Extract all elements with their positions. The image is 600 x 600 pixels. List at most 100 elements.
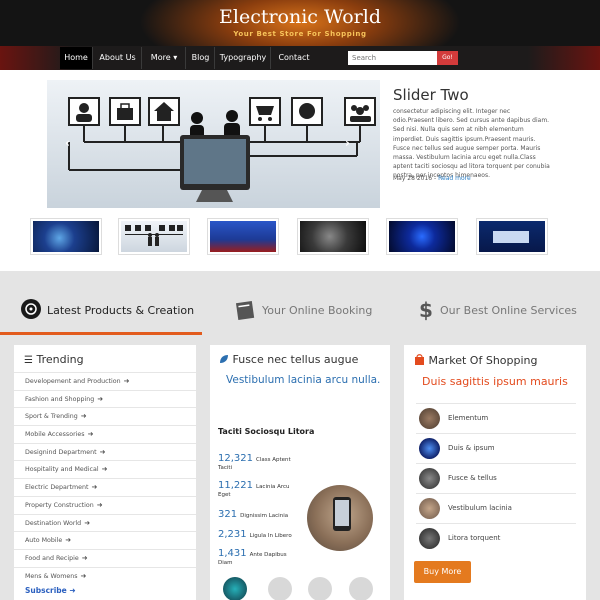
- market-list: Elementum Duis & ipsum Fusce & tellus Ve…: [416, 403, 576, 553]
- slider-thumb-1[interactable]: [30, 218, 102, 255]
- slider-thumb-6[interactable]: [476, 218, 548, 255]
- nav-more[interactable]: More ▾: [143, 47, 186, 69]
- slider-date-text: May 28 2016 -: [393, 175, 439, 182]
- stat-label: Ante Dapibus: [249, 552, 287, 558]
- trending-item-label: Sport & Trending: [25, 413, 78, 421]
- chevron-down-icon: ▾: [173, 53, 178, 62]
- nav-blog[interactable]: Blog: [187, 47, 215, 69]
- tab-latest-products[interactable]: Latest Products & Creation: [47, 304, 194, 317]
- stat-label: Ligula In Libero: [249, 533, 292, 539]
- nav-more-label: More: [150, 53, 171, 62]
- trending-item[interactable]: Auto Mobile ➜: [14, 531, 196, 549]
- site-title[interactable]: Electronic World: [0, 6, 600, 28]
- nav-contact[interactable]: Contact: [272, 47, 316, 69]
- market-item-label: Elementum: [448, 414, 489, 422]
- trending-item-label: Fashion and Shopping: [25, 395, 95, 403]
- trending-item[interactable]: Hospitality and Medical ➜: [14, 460, 196, 478]
- trending-heading: ☰ Trending: [24, 353, 84, 366]
- stat-item: 11,221 Lacinia Arcu Eget: [218, 473, 318, 498]
- arrow-right-icon: ➜: [81, 553, 88, 562]
- trending-item[interactable]: Developement and Production ➜: [14, 372, 196, 390]
- arrow-right-icon: ➜: [99, 447, 106, 456]
- badge-icon[interactable]: [349, 577, 373, 600]
- list-icon: ☰: [24, 355, 33, 366]
- shopping-bag-icon: [415, 354, 424, 365]
- avatar: [419, 408, 440, 429]
- arrow-right-icon: ➜: [97, 394, 104, 403]
- buy-more-button[interactable]: Buy More: [414, 561, 471, 583]
- stat-item: 1,431 Ante Dapibus Diam: [218, 541, 318, 566]
- tab-online-booking[interactable]: Your Online Booking: [262, 304, 372, 317]
- stats-title: Fusce nec tellus augue: [232, 353, 359, 366]
- arrow-right-icon: ➜: [80, 571, 87, 580]
- slider-next-button[interactable]: ›: [345, 136, 350, 150]
- badge-icon[interactable]: [223, 577, 247, 600]
- trending-item-label: Mobile Accessories: [25, 431, 85, 439]
- trending-item[interactable]: Property Construction ➜: [14, 495, 196, 514]
- search-input[interactable]: [348, 51, 437, 65]
- trending-item[interactable]: Food and Recipie ➜: [14, 548, 196, 567]
- nav-typography[interactable]: Typography: [216, 47, 271, 69]
- trending-item-label: Designind Department: [25, 448, 97, 456]
- stat-label-2: Eget: [218, 492, 231, 498]
- trending-item[interactable]: Mobile Accessories ➜: [14, 425, 196, 443]
- stats-panel: Fusce nec tellus augue Vestibulum lacini…: [210, 345, 390, 600]
- tab-online-services[interactable]: Our Best Online Services: [440, 304, 577, 317]
- trending-item[interactable]: Electric Department ➜: [14, 478, 196, 496]
- smartphone-image: [307, 485, 373, 551]
- market-item[interactable]: Elementum: [416, 403, 576, 433]
- trending-item[interactable]: Sport & Trending ➜: [14, 407, 196, 425]
- trending-item[interactable]: Fashion and Shopping ➜: [14, 389, 196, 408]
- stat-item: 12,321 Class Aptent Taciti: [218, 446, 318, 471]
- trending-item-label: Electric Department: [25, 484, 89, 492]
- slider-image[interactable]: ‹ ›: [47, 80, 380, 208]
- arrow-right-icon: ➜: [80, 412, 87, 421]
- stat-label-2: Taciti: [218, 465, 233, 471]
- active-tab-indicator: [0, 332, 202, 335]
- stat-label: Lacinia Arcu: [256, 484, 290, 490]
- market-item[interactable]: Litora torquent: [416, 523, 576, 553]
- search-button[interactable]: Go!: [437, 51, 458, 65]
- svg-text:$: $: [419, 298, 433, 322]
- badge-icon[interactable]: [308, 577, 332, 600]
- tab-target-icon: [21, 299, 41, 319]
- trending-item[interactable]: Designind Department ➜: [14, 442, 196, 461]
- trending-item-label: Food and Recipie: [25, 554, 79, 562]
- slider-prev-button[interactable]: ‹: [65, 136, 70, 150]
- trending-item-label: Property Construction: [25, 501, 94, 509]
- badge-icon[interactable]: [268, 577, 292, 600]
- site-header: Electronic World Your Best Store For Sho…: [0, 0, 600, 46]
- market-panel: Market Of Shopping Duis sagittis ipsum m…: [404, 345, 586, 600]
- site-tagline: Your Best Store For Shopping: [233, 30, 367, 38]
- family-network-illustration: [68, 97, 376, 202]
- market-heading: Market Of Shopping: [414, 354, 538, 367]
- nav-about[interactable]: About Us: [94, 47, 142, 69]
- arrow-right-icon: ➜: [84, 518, 91, 527]
- arrow-right-icon: ➜: [91, 483, 98, 492]
- market-item[interactable]: Vestibulum lacinia: [416, 493, 576, 523]
- slider-thumb-4[interactable]: [297, 218, 369, 255]
- slider-thumb-2[interactable]: [118, 218, 190, 255]
- stat-label: Class Aptent: [256, 457, 291, 463]
- slider-text: consectetur adipiscing elit. Integer nec…: [393, 108, 550, 180]
- trending-title: Trending: [36, 353, 84, 366]
- avatar: [419, 468, 440, 489]
- stats-section-title: Taciti Sociosqu Litora: [218, 427, 315, 436]
- nav-home[interactable]: Home: [60, 47, 93, 69]
- stat-value: 12,321: [218, 453, 253, 464]
- slider-thumb-3[interactable]: [207, 218, 279, 255]
- stat-value: 1,431: [218, 548, 247, 559]
- market-item[interactable]: Duis & ipsum: [416, 433, 576, 463]
- trending-item[interactable]: Destination World ➜: [14, 513, 196, 532]
- market-item[interactable]: Fusce & tellus: [416, 463, 576, 493]
- market-item-label: Fusce & tellus: [448, 474, 497, 482]
- stat-item: 321 Dignissim Lacinia: [218, 502, 318, 521]
- leaf-icon: [220, 355, 228, 363]
- trending-item[interactable]: Mens & Womens ➜: [14, 566, 196, 585]
- subscribe-link[interactable]: Subscribe ➜: [25, 586, 76, 595]
- arrow-right-icon: ➜: [123, 377, 130, 385]
- stat-value: 2,231: [218, 529, 247, 540]
- stat-label: Dignissim Lacinia: [240, 513, 289, 519]
- read-more-link[interactable]: Read more: [438, 175, 471, 182]
- slider-thumb-5[interactable]: [386, 218, 458, 255]
